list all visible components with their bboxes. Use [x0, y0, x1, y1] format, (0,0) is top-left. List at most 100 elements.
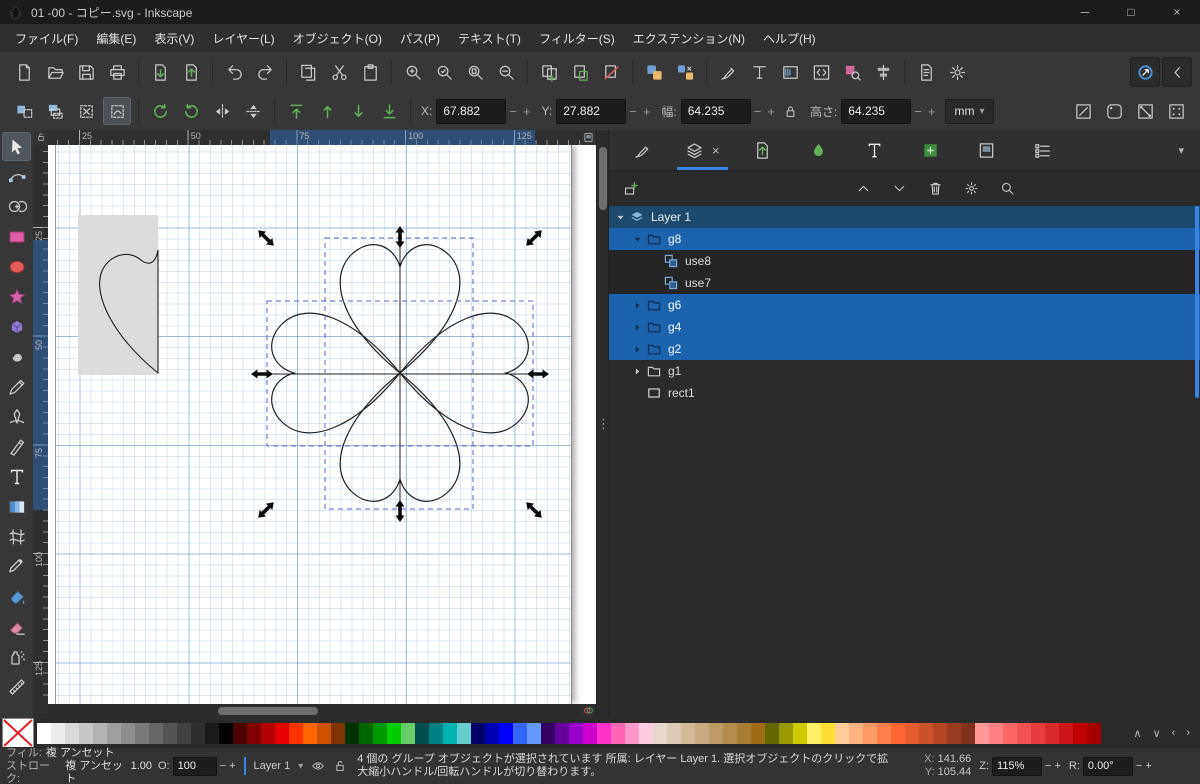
palette-swatch[interactable]	[471, 722, 485, 744]
palette-swatch[interactable]	[583, 722, 597, 744]
palette-swatch[interactable]	[625, 722, 639, 744]
opacity-plus-button[interactable]: +	[229, 760, 235, 772]
zoom-input[interactable]: 115%	[992, 756, 1043, 776]
vertical-scrollbar-thumb[interactable]	[599, 147, 607, 210]
vertical-ruler[interactable]: 25 50 75 100 125	[33, 145, 49, 704]
redo-button[interactable]	[251, 58, 279, 86]
palette-swatch[interactable]	[1003, 722, 1017, 744]
height-minus-button[interactable]: −	[911, 104, 925, 119]
y-minus-button[interactable]: −	[626, 104, 640, 119]
desk-icon[interactable]	[583, 132, 594, 143]
palette-swatch[interactable]	[149, 722, 163, 744]
titlebar[interactable]: 01 -00 - コピー.svg - Inkscape ─ □ ×	[0, 0, 1200, 24]
touch-selection-button[interactable]	[103, 97, 131, 125]
document-open-button[interactable]	[41, 58, 69, 86]
palette-swatch[interactable]	[555, 722, 569, 744]
menu-item-オブジェクト(O)[interactable]: オブジェクト(O)	[284, 25, 391, 52]
scale-stroke-width-button[interactable]	[1069, 97, 1097, 125]
palette-swatch[interactable]	[695, 722, 709, 744]
menu-item-パス(P)[interactable]: パス(P)	[391, 25, 449, 52]
layer-row-use8[interactable]: use8	[609, 250, 1200, 272]
caret-right-icon[interactable]	[630, 366, 645, 377]
align-distribute-button[interactable]	[869, 58, 897, 86]
palette-swatch[interactable]	[681, 722, 695, 744]
dropper-tool[interactable]	[2, 552, 31, 581]
cut-button[interactable]	[325, 58, 353, 86]
palette-swatch[interactable]	[317, 722, 331, 744]
palette-swatch[interactable]	[975, 722, 989, 744]
opacity-input[interactable]: 100	[172, 756, 217, 776]
text-dialog-button[interactable]	[745, 58, 773, 86]
spiral-tool[interactable]	[2, 342, 31, 371]
palette-swatch[interactable]	[597, 722, 611, 744]
palette-next-icon[interactable]: ›	[1186, 727, 1190, 740]
transform-patterns-button[interactable]	[1162, 97, 1190, 125]
guide-lock-icon[interactable]	[36, 131, 46, 145]
rotation-minus-button[interactable]: −	[1136, 760, 1142, 772]
palette-swatch[interactable]	[443, 722, 457, 744]
star-tool[interactable]	[2, 282, 31, 311]
zoom-selection-button[interactable]	[399, 58, 427, 86]
palette-swatch[interactable]	[429, 722, 443, 744]
raise-button[interactable]	[313, 97, 341, 125]
palette-swatch[interactable]	[919, 722, 933, 744]
caret-right-icon[interactable]	[630, 322, 645, 333]
print-button[interactable]	[103, 58, 131, 86]
palette-swatch[interactable]	[513, 722, 527, 744]
palette-swatch[interactable]	[177, 722, 191, 744]
horizontal-scrollbar-thumb[interactable]	[218, 707, 318, 715]
palette-swatch[interactable]	[751, 722, 765, 744]
paste-button[interactable]	[356, 58, 384, 86]
palette-swatch[interactable]	[275, 722, 289, 744]
caret-down-icon[interactable]	[613, 212, 628, 223]
layer-lock-icon[interactable]	[333, 759, 347, 773]
flip-horizontal-button[interactable]	[208, 97, 236, 125]
transform-gradients-button[interactable]	[1131, 97, 1159, 125]
palette-swatch[interactable]	[331, 722, 345, 744]
create-clone-button[interactable]	[566, 58, 594, 86]
palette-swatch[interactable]	[373, 722, 387, 744]
width-minus-button[interactable]: −	[751, 104, 765, 119]
palette-swatch[interactable]	[303, 722, 317, 744]
lower-button[interactable]	[344, 97, 372, 125]
layer-row-use7[interactable]: use7	[609, 272, 1200, 294]
palette-swatch[interactable]	[961, 722, 975, 744]
tab-objects-list[interactable]	[1022, 130, 1064, 170]
palette-swatch[interactable]	[261, 722, 275, 744]
tab-symbols[interactable]	[910, 130, 952, 170]
color-management-icon[interactable]	[582, 704, 595, 717]
palette-swatch[interactable]	[37, 722, 51, 744]
snap-controls-button[interactable]	[1130, 57, 1160, 87]
palette-swatch[interactable]	[359, 722, 373, 744]
pencil-tool[interactable]	[2, 372, 31, 401]
palette-swatch[interactable]	[989, 722, 1003, 744]
tab-paint-servers[interactable]	[798, 130, 840, 170]
opacity-minus-button[interactable]: −	[220, 760, 226, 772]
palette-swatch[interactable]	[821, 722, 835, 744]
layer-row-g1[interactable]: g1	[609, 360, 1200, 382]
height-plus-button[interactable]: +	[925, 104, 939, 119]
lock-ratio-button[interactable]	[779, 99, 803, 123]
current-layer-name[interactable]: Layer 1	[254, 760, 291, 772]
menu-item-フィルター(S)[interactable]: フィルター(S)	[530, 25, 624, 52]
rotation-plus-button[interactable]: +	[1145, 760, 1151, 772]
palette-swatch[interactable]	[947, 722, 961, 744]
tab-text[interactable]	[854, 130, 896, 170]
rectangle-tool[interactable]	[2, 222, 31, 251]
palette-down-icon[interactable]: ∨	[1153, 727, 1161, 740]
x-input[interactable]: 67.882	[436, 98, 507, 124]
document-properties-button[interactable]	[912, 58, 940, 86]
palette-swatch[interactable]	[163, 722, 177, 744]
select-all-button[interactable]	[10, 97, 38, 125]
group-button[interactable]	[640, 58, 668, 86]
deselect-button[interactable]	[72, 97, 100, 125]
select-in-all-layers-button[interactable]	[41, 97, 69, 125]
width-input[interactable]: 64.235	[680, 98, 751, 124]
menu-item-編集(E)[interactable]: 編集(E)	[87, 25, 145, 52]
snap-collapse-button[interactable]	[1162, 57, 1192, 87]
rotate-cw-button[interactable]	[177, 97, 205, 125]
menu-item-テキスト(T)[interactable]: テキスト(T)	[449, 25, 530, 52]
tab-fill-stroke[interactable]	[621, 130, 663, 170]
palette-swatch[interactable]	[863, 722, 877, 744]
palette-swatch[interactable]	[639, 722, 653, 744]
